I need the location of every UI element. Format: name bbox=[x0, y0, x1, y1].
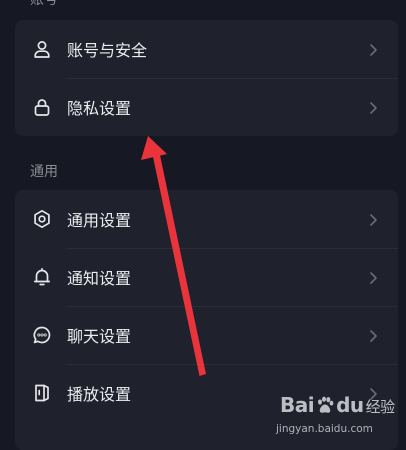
bell-icon bbox=[32, 267, 52, 287]
chevron-right-icon bbox=[368, 386, 378, 400]
settings-group-account: 账号与安全 隐私设置 bbox=[15, 20, 398, 136]
settings-group-general: 通用设置 通知设置 聊天设置 播放设置 bbox=[15, 190, 398, 450]
settings-item-privacy[interactable]: 隐私设置 bbox=[15, 78, 398, 136]
settings-item-label: 隐私设置 bbox=[67, 99, 132, 118]
settings-item-general-settings[interactable]: 通用设置 bbox=[15, 190, 398, 248]
settings-item-chat-settings[interactable]: 聊天设置 bbox=[15, 306, 398, 364]
chevron-right-icon bbox=[368, 270, 378, 284]
settings-item-account-security[interactable]: 账号与安全 bbox=[15, 20, 398, 78]
settings-item-label: 通用设置 bbox=[67, 211, 132, 230]
chevron-right-icon bbox=[368, 212, 378, 226]
gear-icon bbox=[32, 209, 52, 229]
chevron-right-icon bbox=[368, 42, 378, 56]
chevron-right-icon bbox=[368, 100, 378, 114]
section-label-general: 通用 bbox=[30, 164, 58, 180]
settings-item-label: 播放设置 bbox=[67, 385, 132, 404]
play-device-icon bbox=[32, 383, 52, 403]
chevron-right-icon bbox=[368, 328, 378, 342]
settings-item-label: 通知设置 bbox=[67, 269, 132, 288]
settings-item-playback-settings[interactable]: 播放设置 bbox=[15, 364, 398, 422]
settings-item-notification-settings[interactable]: 通知设置 bbox=[15, 248, 398, 306]
chat-bubble-icon bbox=[32, 325, 52, 345]
user-icon bbox=[32, 39, 52, 59]
settings-item-label: 聊天设置 bbox=[67, 327, 132, 346]
lock-icon bbox=[32, 97, 52, 117]
settings-item-label: 账号与安全 bbox=[67, 41, 148, 60]
section-label-account: 账号 bbox=[30, 0, 58, 8]
arrow-head bbox=[141, 136, 167, 160]
